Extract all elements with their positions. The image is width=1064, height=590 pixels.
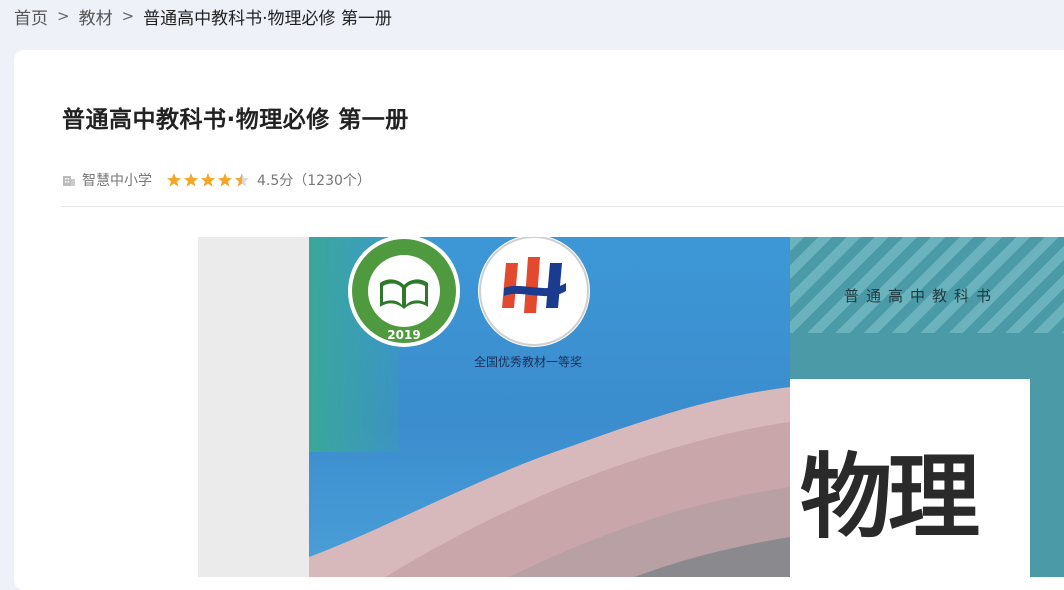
gravel-illustration (309, 387, 790, 577)
building-icon (63, 176, 75, 186)
breadcrumb-home-link[interactable]: 首页 (14, 4, 48, 29)
star-icon (183, 173, 199, 187)
publisher-name[interactable]: 智慧中小学 (82, 170, 152, 190)
star-icon (200, 173, 216, 187)
cover-left-margin (198, 237, 309, 577)
divider (62, 206, 1064, 207)
rating-text: 4.5分（1230个） (257, 173, 371, 189)
cover-subject-title: 物理 (800, 443, 980, 551)
page-title: 普通高中教科书·物理必修 第一册 (62, 107, 409, 133)
star-icon (217, 173, 233, 187)
award-emblem-icon (478, 237, 590, 347)
book-detail-card: 普通高中教科书·物理必修 第一册 智慧中小学 4.5分（1230个） 普通高中教… (14, 50, 1064, 590)
badge-year: 2019 (387, 328, 420, 342)
review-seal-icon: 2019 (348, 237, 460, 347)
breadcrumb-category-link[interactable]: 教材 (79, 4, 113, 29)
star-icon (234, 173, 250, 187)
breadcrumb-separator: > (121, 7, 135, 25)
breadcrumb: 首页 > 教材 > 普通高中教科书·物理必修 第一册 (14, 4, 392, 29)
breadcrumb-separator: > (57, 7, 70, 25)
breadcrumb-current: 普通高中教科书·物理必修 第一册 (143, 8, 392, 29)
book-meta: 智慧中小学 4.5分（1230个） (62, 170, 371, 190)
cover-series-label: 普通高中教科书 (844, 287, 999, 305)
star-icon (166, 173, 182, 187)
award-caption: 全国优秀教材一等奖 (474, 355, 583, 369)
book-cover-image[interactable]: 普通高中教科书 物理 2019 全国优秀教材一等奖 (198, 237, 1064, 577)
rating-stars (166, 172, 251, 188)
